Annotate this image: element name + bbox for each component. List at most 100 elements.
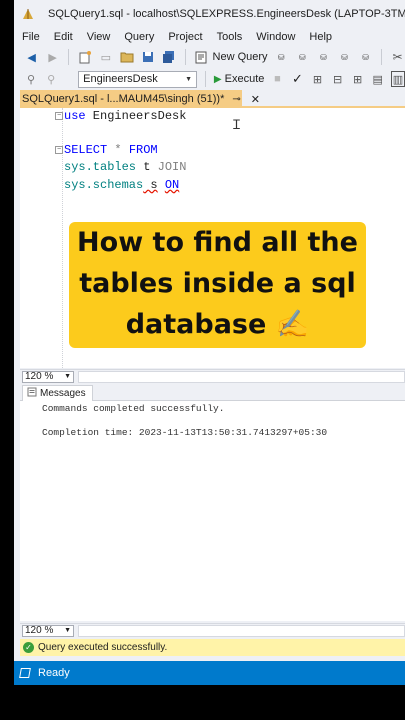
mdx-query-icon[interactable]: ⛁ (295, 49, 310, 65)
zoom-value: 120 % (25, 625, 54, 636)
results-to-grid-icon[interactable]: ▥ (390, 71, 405, 87)
pin-icon[interactable]: ⊸ (232, 94, 240, 105)
toolbar-separator (381, 49, 382, 65)
standard-toolbar: ◀ ▶ ▭ New Query ⛁ ⛁ ⛁ ⛁ ⛁ ✂ (14, 46, 405, 68)
results-zoom-bar: 120 % ▼ (20, 623, 405, 637)
toolbar-separator (184, 49, 186, 65)
code-line-1: use EngineersDesk (64, 108, 186, 124)
select-star: * (107, 143, 129, 157)
change-connection-icon[interactable]: ⚲ (44, 71, 58, 87)
horizontal-scrollbar[interactable] (78, 370, 405, 383)
alias-s: s (143, 178, 158, 192)
execute-button[interactable]: ▶ Execute (214, 73, 264, 85)
new-query-label: New Query (212, 51, 268, 63)
back-icon[interactable]: ◀ (24, 49, 39, 65)
chevron-down-icon: ▼ (185, 75, 193, 83)
editor-tab-strip: SQLQuery1.sql - l...MAUM45\singh (51))* … (20, 90, 405, 108)
message-line: Commands completed successfully. (42, 403, 225, 414)
play-icon: ▶ (213, 73, 222, 85)
table-sys-tables: sys.tables (64, 160, 137, 174)
database-name: EngineersDesk (85, 109, 187, 123)
message-line: Completion time: 2023-11-13T13:50:31.741… (42, 427, 328, 438)
cut-icon[interactable]: ✂ (390, 49, 405, 65)
menu-tools[interactable]: Tools (217, 31, 243, 43)
connect-icon[interactable]: ⚲ (24, 71, 38, 87)
query-status-text: Query executed successfully. (38, 642, 168, 653)
window-title: SQLQuery1.sql - localhost\SQLEXPRESS.Eng… (48, 8, 405, 20)
title-bar: SQLQuery1.sql - localhost\SQLEXPRESS.Eng… (14, 0, 405, 28)
display-plan-icon[interactable]: ⊞ (311, 71, 325, 87)
ready-text: Ready (38, 667, 70, 679)
caption-line-3: database ✍️ (125, 309, 310, 340)
tab-sqlquery1[interactable]: SQLQuery1.sql - l...MAUM45\singh (51))* … (20, 90, 260, 108)
ssms-window: SQLQuery1.sql - localhost\SQLEXPRESS.Eng… (14, 0, 405, 685)
editor-zoom-bar: 120 % ▼ (20, 369, 405, 383)
text-cursor-icon: Ｉ (230, 118, 244, 133)
app-status-bar: Ready (14, 661, 405, 685)
database-selected-value: EngineersDesk (83, 73, 158, 85)
results-zoom-dropdown[interactable]: 120 % ▼ (22, 624, 74, 637)
parse-checkmark-icon[interactable]: ✓ (290, 71, 304, 87)
save-icon[interactable] (140, 49, 155, 65)
editor-zoom-dropdown[interactable]: 120 % ▼ (22, 370, 74, 383)
new-query-icon (194, 49, 210, 65)
alias-t: t (136, 160, 158, 174)
new-project-icon[interactable] (77, 49, 92, 65)
results-tab-strip: Messages (20, 385, 405, 401)
messages-tab-label: Messages (40, 388, 86, 399)
new-query-button[interactable]: New Query (194, 49, 268, 65)
close-icon[interactable]: ✕ (251, 93, 260, 106)
menu-window[interactable]: Window (256, 31, 295, 43)
table-sys-schemas: sys.schemas (64, 178, 144, 192)
messages-pane: Commands completed successfully. Complet… (20, 401, 405, 621)
include-plan-icon[interactable]: ⊞ (351, 71, 365, 87)
ready-icon (19, 668, 31, 678)
horizontal-scrollbar[interactable] (78, 624, 405, 637)
menu-file[interactable]: File (22, 31, 40, 43)
forward-icon[interactable]: ▶ (45, 49, 60, 65)
menu-bar: File Edit View Query Project Tools Windo… (14, 28, 405, 46)
keyword-select: SELECT (64, 143, 108, 157)
caption-line-1: How to find all the (77, 227, 358, 258)
ssms-logo-icon (20, 6, 36, 22)
keyword-on: ON (164, 178, 180, 192)
editor-gutter (20, 108, 54, 368)
tab-label: SQLQuery1.sql - l...MAUM45\singh (51))* (22, 93, 225, 105)
menu-query[interactable]: Query (124, 31, 154, 43)
dax-query-icon[interactable]: ⛁ (358, 49, 373, 65)
menu-help[interactable]: Help (309, 31, 332, 43)
results-to-text-icon[interactable]: ▤ (371, 71, 385, 87)
cancel-query-icon[interactable]: ■ (270, 71, 284, 87)
toolbar-separator (205, 71, 206, 87)
chevron-down-icon: ▼ (64, 373, 71, 380)
success-check-icon: ✓ (23, 642, 34, 653)
xmla-query-icon[interactable]: ⛁ (337, 49, 352, 65)
messages-icon (27, 387, 37, 400)
menu-edit[interactable]: Edit (54, 31, 73, 43)
menu-project[interactable]: Project (168, 31, 202, 43)
sql-editor-toolbar: ⚲ ⚲ EngineersDesk ▼ ▶ Execute ■ ✓ ⊞ ⊟ ⊞ … (14, 68, 405, 90)
zoom-value: 120 % (25, 371, 54, 382)
code-line-4: sys.tables t JOIN (64, 159, 186, 175)
dmx-query-icon[interactable]: ⛁ (316, 49, 331, 65)
save-all-icon[interactable] (162, 49, 177, 65)
query-options-icon[interactable]: ⊟ (331, 71, 345, 87)
menu-view[interactable]: View (87, 31, 111, 43)
toolbar-separator (68, 49, 70, 65)
query-status-bar: ✓ Query executed successfully. (20, 639, 405, 656)
code-line-5: sys.schemas s ON (64, 177, 179, 193)
keyword-use: use (64, 109, 86, 123)
execute-label: Execute (224, 73, 265, 85)
available-databases-dropdown[interactable]: EngineersDesk ▼ (78, 70, 198, 88)
open-folder-icon[interactable] (119, 49, 134, 65)
caption-line-2: tables inside a sql (79, 268, 356, 299)
tab-messages[interactable]: Messages (22, 385, 93, 401)
database-engine-query-icon[interactable]: ⛁ (274, 49, 289, 65)
add-item-icon[interactable]: ▭ (98, 49, 113, 65)
collapse-icon[interactable]: − (55, 146, 63, 154)
collapse-icon[interactable]: − (55, 112, 63, 120)
video-caption: How to find all the tables inside a sql … (55, 222, 380, 345)
chevron-down-icon: ▼ (64, 627, 71, 634)
code-line-3: SELECT * FROM (64, 142, 158, 158)
keyword-from: FROM (128, 143, 158, 157)
